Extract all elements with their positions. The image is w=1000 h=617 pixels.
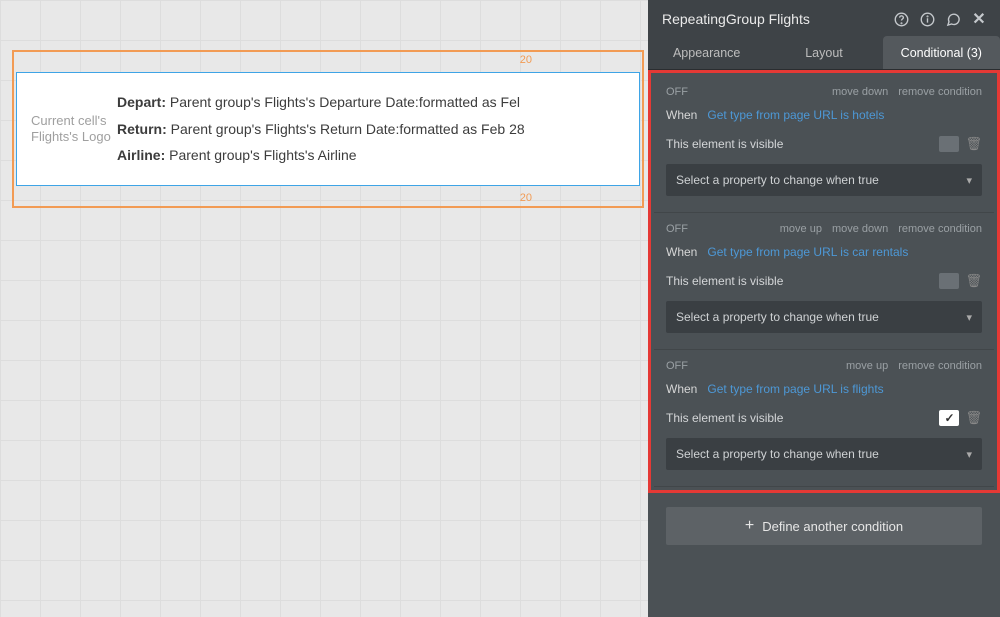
select-property-label: Select a property to change when true xyxy=(676,310,966,324)
remove-condition-button[interactable]: remove condition xyxy=(898,86,982,98)
remove-condition-button[interactable]: remove condition xyxy=(898,223,982,235)
move-up-button[interactable]: move up xyxy=(780,223,822,235)
property-panel: RepeatingGroup Flights ✕ Appearance Layo… xyxy=(648,0,1000,617)
select-property-dropdown[interactable]: Select a property to change when true ▾ xyxy=(666,438,982,470)
panel-tabs: Appearance Layout Conditional (3) xyxy=(648,36,1000,70)
delete-property-icon[interactable]: 🗑 xyxy=(965,136,982,152)
chevron-down-icon: ▾ xyxy=(966,448,972,461)
spacing-measure-top: 20 xyxy=(520,54,532,66)
move-down-button[interactable]: move down xyxy=(832,223,888,235)
return-value: Parent group's Flights's Return Date:for… xyxy=(167,121,525,137)
define-condition-button[interactable]: + Define another condition xyxy=(666,507,982,545)
delete-property-icon[interactable]: 🗑 xyxy=(965,410,982,426)
return-label: Return: xyxy=(117,121,167,137)
chevron-down-icon: ▾ xyxy=(966,174,972,187)
editor-canvas: 20 Current cell's Flights's Logo Depart:… xyxy=(12,50,644,208)
visible-checkbox[interactable] xyxy=(939,136,959,152)
select-property-dropdown[interactable]: Select a property to change when true ▾ xyxy=(666,301,982,333)
plus-icon: + xyxy=(745,518,754,534)
condition-expression[interactable]: Get type from page URL is flights xyxy=(707,382,883,396)
chevron-down-icon: ▾ xyxy=(966,311,972,324)
visible-label: This element is visible xyxy=(666,411,939,425)
close-icon[interactable]: ✕ xyxy=(970,10,988,28)
conditions-highlight: OFF move down remove condition When Get … xyxy=(648,70,1000,493)
airline-label: Airline: xyxy=(117,147,165,163)
visible-label: This element is visible xyxy=(666,137,939,151)
help-icon[interactable] xyxy=(892,10,910,28)
condition-block: OFF move up move down remove condition W… xyxy=(654,213,994,350)
tab-conditional[interactable]: Conditional (3) xyxy=(883,36,1000,69)
condition-toggle[interactable]: OFF xyxy=(666,86,688,98)
comment-icon[interactable] xyxy=(944,10,962,28)
condition-block: OFF move down remove condition When Get … xyxy=(654,76,994,213)
panel-body: OFF move down remove condition When Get … xyxy=(648,70,1000,617)
cell-text-block[interactable]: Depart: Parent group's Flights's Departu… xyxy=(117,89,629,169)
select-property-label: Select a property to change when true xyxy=(676,173,966,187)
when-label: When xyxy=(666,108,697,122)
visible-checkbox[interactable] xyxy=(939,410,959,426)
when-label: When xyxy=(666,245,697,259)
condition-expression[interactable]: Get type from page URL is hotels xyxy=(707,108,884,122)
tab-layout[interactable]: Layout xyxy=(765,36,882,69)
delete-property-icon[interactable]: 🗑 xyxy=(965,273,982,289)
visible-label: This element is visible xyxy=(666,274,939,288)
depart-value: Parent group's Flights's Departure Date:… xyxy=(166,94,520,110)
airline-value: Parent group's Flights's Airline xyxy=(165,147,356,163)
info-icon[interactable] xyxy=(918,10,936,28)
condition-toggle[interactable]: OFF xyxy=(666,223,688,235)
tab-appearance[interactable]: Appearance xyxy=(648,36,765,69)
move-up-button[interactable]: move up xyxy=(846,360,888,372)
when-label: When xyxy=(666,382,697,396)
spacing-measure-bottom: 20 xyxy=(520,192,532,204)
selected-element-outline[interactable]: 20 Current cell's Flights's Logo Depart:… xyxy=(12,50,644,208)
define-condition-label: Define another condition xyxy=(762,519,903,534)
condition-expression[interactable]: Get type from page URL is car rentals xyxy=(707,245,908,259)
move-down-button[interactable]: move down xyxy=(832,86,888,98)
logo-placeholder[interactable]: Current cell's Flights's Logo xyxy=(27,105,117,154)
panel-title: RepeatingGroup Flights xyxy=(662,11,884,27)
condition-toggle[interactable]: OFF xyxy=(666,360,688,372)
visible-checkbox[interactable] xyxy=(939,273,959,289)
condition-block: OFF move up remove condition When Get ty… xyxy=(654,350,994,487)
repeating-group-cell[interactable]: Current cell's Flights's Logo Depart: Pa… xyxy=(16,72,640,186)
panel-header: RepeatingGroup Flights ✕ xyxy=(648,0,1000,36)
select-property-dropdown[interactable]: Select a property to change when true ▾ xyxy=(666,164,982,196)
remove-condition-button[interactable]: remove condition xyxy=(898,360,982,372)
select-property-label: Select a property to change when true xyxy=(676,447,966,461)
depart-label: Depart: xyxy=(117,94,166,110)
